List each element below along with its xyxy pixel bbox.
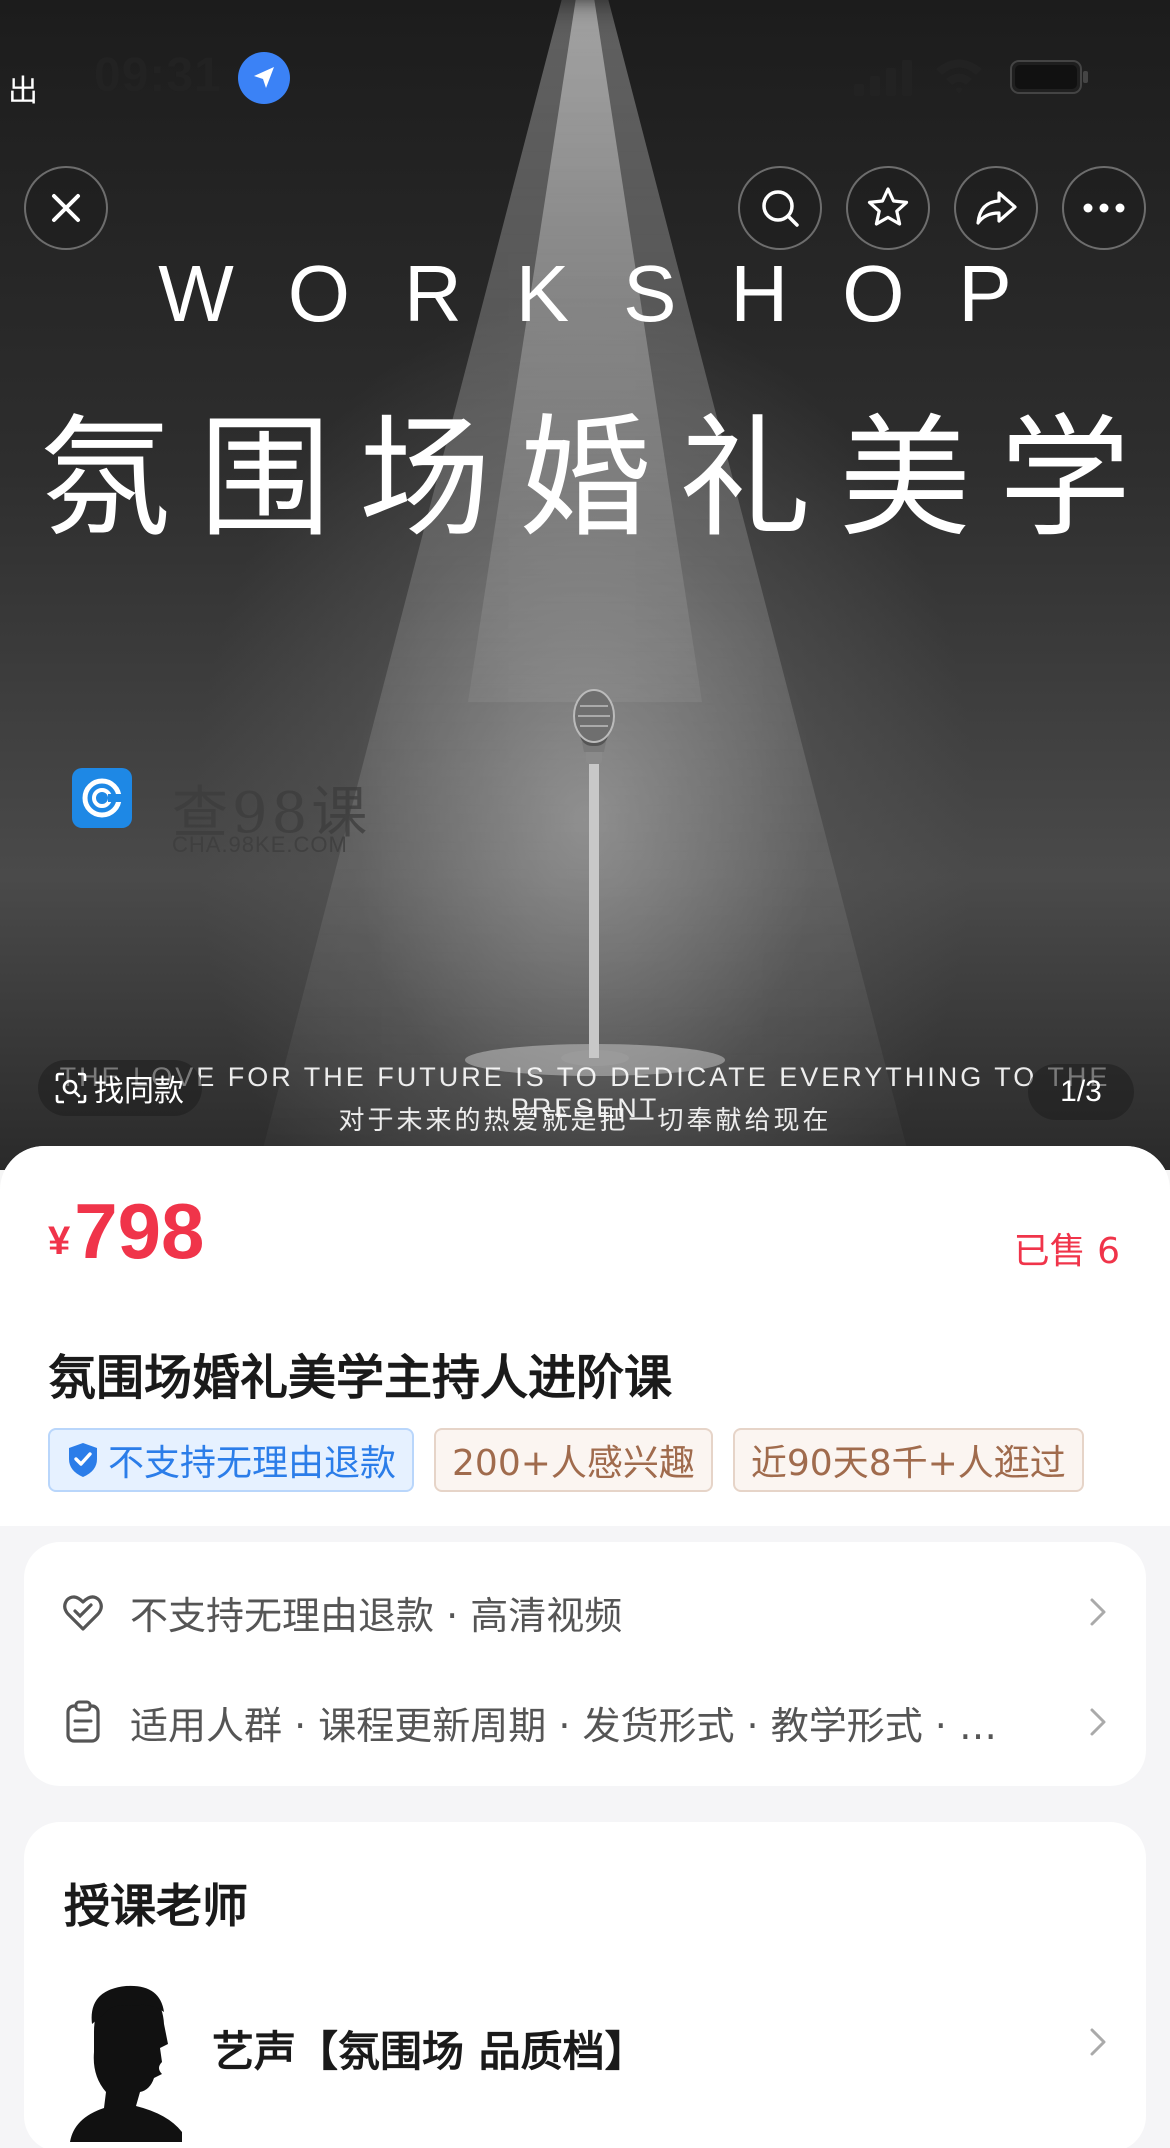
share-icon (976, 191, 1017, 225)
teacher-name[interactable]: 艺声【氛围场 品质档】 (212, 2018, 647, 2079)
share-button[interactable] (954, 166, 1038, 250)
find-same-label: 找同款 (94, 1074, 184, 1109)
product-tags: 不支持无理由退款 200+人感兴趣 近90天8千+人逛过 (48, 1428, 1120, 1494)
params-row-label: 适用人群 · 课程更新周期 · 发货形式 · 教学形式 · … (130, 1703, 997, 1748)
watermark: 查98课 CHA.98KE.COM (72, 768, 382, 860)
product-summary: ¥798 已售 6 氛围场婚礼美学主持人进阶课 不支持无理由退款 200+人感兴… (0, 1146, 1170, 1526)
chevron-right-icon (1090, 1598, 1106, 1626)
close-icon (52, 194, 80, 222)
watermark-logo-icon (72, 768, 132, 828)
back-app-label[interactable]: 出 (8, 66, 38, 110)
wifi-icon (936, 59, 982, 94)
product-title: 氛围场婚礼美学主持人进阶课 (48, 1350, 673, 1406)
teacher-avatar[interactable] (64, 1972, 188, 2142)
service-row-label: 不支持无理由退款 · 高清视频 (130, 1593, 623, 1638)
more-button[interactable] (1062, 166, 1146, 250)
cellular-signal-icon (854, 60, 912, 96)
location-arrow-icon (238, 52, 290, 104)
hero-heading-cn: 氛围场婚礼美学 (39, 402, 1159, 556)
search-button[interactable] (738, 166, 822, 250)
watermark-url: CHA.98KE.COM (172, 832, 348, 857)
price: ¥798 (48, 1186, 204, 1277)
service-row[interactable]: 不支持无理由退款 · 高清视频 (60, 1572, 1110, 1652)
star-icon (867, 187, 909, 226)
status-time: 09:31 (94, 49, 222, 102)
refund-policy-tag: 不支持无理由退款 (48, 1428, 415, 1492)
scan-search-icon (55, 1072, 87, 1104)
chevron-right-icon (1090, 2028, 1106, 2056)
product-detail-sheet: ¥798 已售 6 氛围场婚礼美学主持人进阶课 不支持无理由退款 200+人感兴… (0, 1146, 1170, 2148)
status-bar: 出 09:31 (0, 0, 1170, 150)
close-button[interactable] (24, 166, 108, 250)
views-tag: 近90天8千+人逛过 (732, 1428, 1084, 1492)
interest-tag: 200+人感兴趣 (434, 1428, 713, 1492)
teacher-heading: 授课老师 (64, 1879, 248, 1933)
clipboard-icon (66, 1700, 100, 1743)
price-value: 798 (74, 1187, 205, 1275)
chevron-right-icon (1090, 1708, 1106, 1736)
favorite-button[interactable] (846, 166, 930, 250)
find-same-button[interactable]: 找同款 (38, 1060, 202, 1116)
product-info-card: 不支持无理由退款 · 高清视频 适用人群 · 课程更新周期 · 发货形式 · 教… (24, 1542, 1146, 1786)
page-indicator: 1/3 (1028, 1064, 1134, 1120)
more-icon (1083, 203, 1125, 213)
params-row[interactable]: 适用人群 · 课程更新周期 · 发货形式 · 教学形式 · … (60, 1682, 1110, 1762)
hero-heading-en: WORKSHOP (158, 249, 1066, 338)
price-currency: ¥ (48, 1219, 71, 1263)
teacher-card: 授课老师 艺声【氛围场 品质档】 (24, 1822, 1146, 2148)
shield-check-icon (69, 1443, 97, 1477)
tag-label: 近90天8千+人逛过 (750, 1443, 1066, 1484)
search-icon (762, 190, 799, 227)
tag-label: 200+人感兴趣 (452, 1443, 695, 1484)
heart-shield-icon (63, 1595, 103, 1631)
tag-label: 不支持无理由退款 (108, 1443, 397, 1484)
battery-icon (1010, 60, 1088, 94)
sold-count: 已售 6 (1013, 1231, 1120, 1272)
